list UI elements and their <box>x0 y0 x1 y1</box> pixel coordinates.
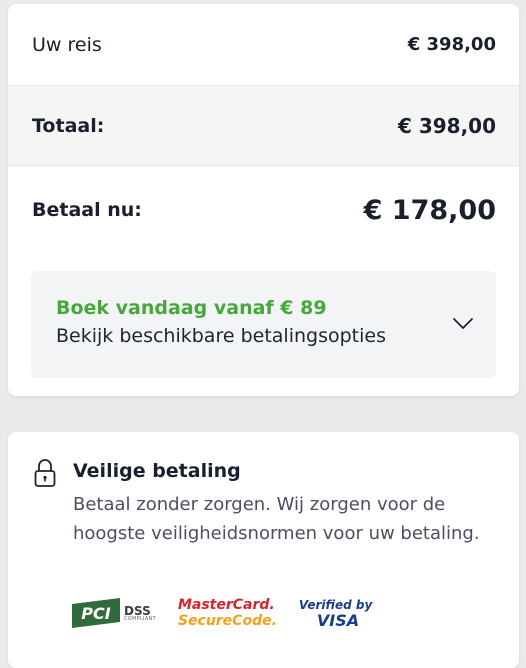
trip-value: € 398,00 <box>407 34 496 55</box>
secure-payment-text: Betaal zonder zorgen. Wij zorgen voor de… <box>73 494 480 544</box>
secure-payment-card: Veilige betaling Betaal zonder zorgen. W… <box>8 432 519 668</box>
pci-dss-text: DSS <box>124 603 151 618</box>
lock-icon <box>34 459 56 487</box>
pay-now-label: Betaal nu: <box>32 199 142 221</box>
chevron-down-icon[interactable] <box>452 317 474 331</box>
payment-options-toggle[interactable]: Boek vandaag vanaf € 89 Bekijk beschikba… <box>31 271 496 378</box>
securecode-text: SecureCode. <box>177 613 277 629</box>
mastercard-text: MasterCard. <box>177 597 275 613</box>
payment-options-headline: Boek vandaag vanaf € 89 <box>56 297 327 319</box>
pci-dss-logo: PCI DSS COMPLIANT <box>72 598 156 628</box>
visa-text: VISA <box>316 611 360 630</box>
pay-now-value: € 178,00 <box>363 194 496 226</box>
secure-payment-title: Veilige betaling <box>73 460 241 482</box>
price-summary-card: Uw reis € 398,00 Totaal: € 398,00 Betaal… <box>8 4 519 396</box>
pay-now-row: Betaal nu: € 178,00 <box>8 166 519 254</box>
verified-by-visa-logo: Verified by VISA <box>299 597 372 629</box>
trip-row: Uw reis € 398,00 <box>8 4 519 86</box>
pci-mark: PCI <box>72 598 120 628</box>
total-row: Totaal: € 398,00 <box>8 86 519 166</box>
mastercard-securecode-logo: MasterCard. SecureCode. <box>178 597 277 629</box>
payment-options-subtext: Bekijk beschikbare betalingsopties <box>56 325 386 347</box>
trip-label: Uw reis <box>32 33 102 56</box>
total-value: € 398,00 <box>397 113 496 138</box>
total-label: Totaal: <box>32 114 105 137</box>
payment-logos: PCI DSS COMPLIANT MasterCard. SecureCode… <box>72 595 372 631</box>
pci-compliant-text: COMPLIANT <box>124 615 156 622</box>
